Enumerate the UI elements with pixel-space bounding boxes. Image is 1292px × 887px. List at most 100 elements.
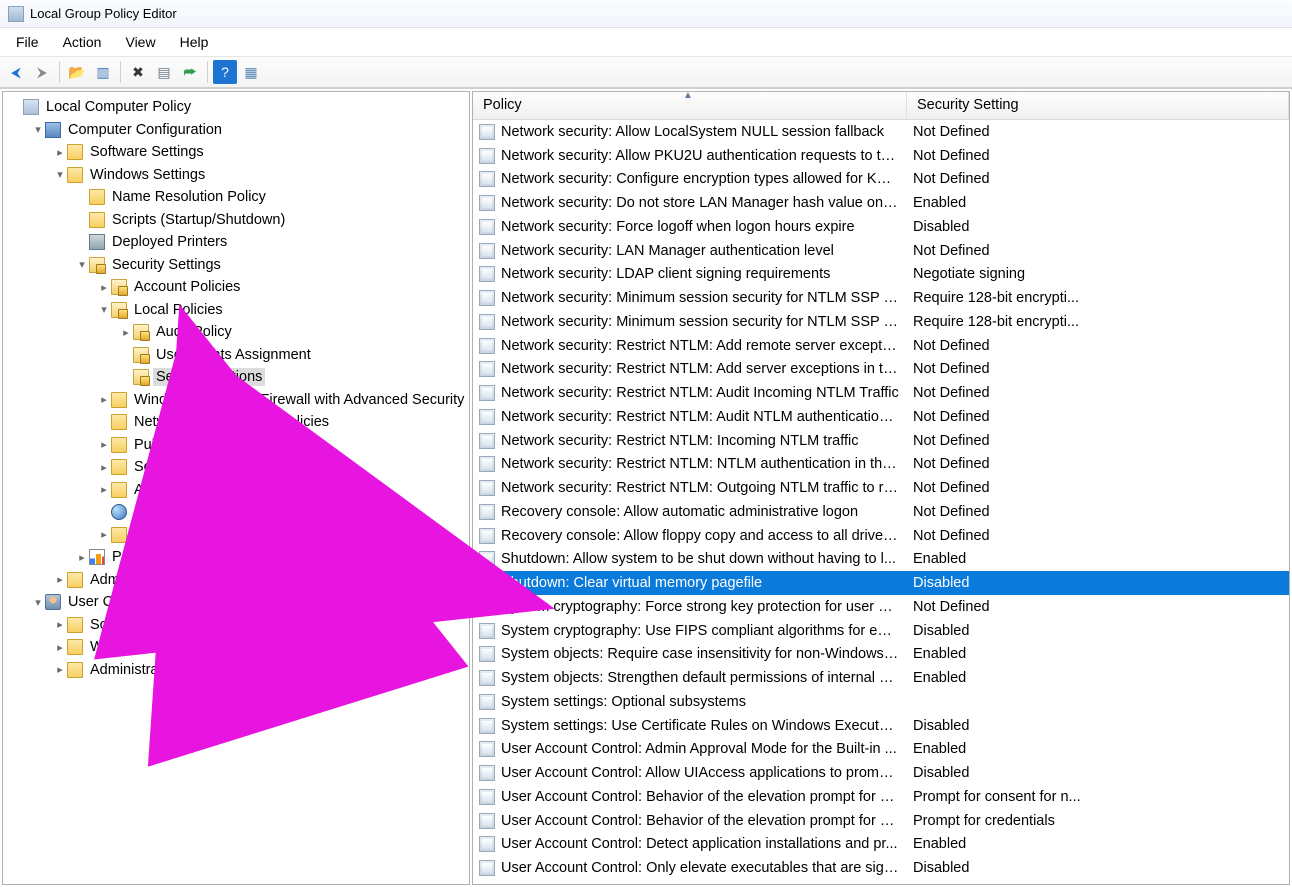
- policy-row[interactable]: Network security: Allow PKU2U authentica…: [473, 144, 1289, 168]
- policy-row[interactable]: Network security: Restrict NTLM: Add rem…: [473, 334, 1289, 358]
- policy-row[interactable]: User Account Control: Admin Approval Mod…: [473, 738, 1289, 762]
- policy-row[interactable]: User Account Control: Allow UIAccess app…: [473, 761, 1289, 785]
- tree-node-uc-software-settings[interactable]: ▸Software Settings: [3, 614, 469, 637]
- help-icon[interactable]: ?: [213, 60, 237, 84]
- policy-row[interactable]: Network security: Configure encryption t…: [473, 168, 1289, 192]
- tree-node-firewall[interactable]: ▸Windows Defender Firewall with Advanced…: [3, 389, 469, 412]
- policy-row[interactable]: Network security: Restrict NTLM: Add ser…: [473, 358, 1289, 382]
- tree-node-adv-audit[interactable]: ▸Advanced Audit Policy Configuration: [3, 524, 469, 547]
- expander-icon[interactable]: ▾: [53, 168, 67, 181]
- expander-icon[interactable]: ▸: [53, 573, 67, 586]
- policy-row[interactable]: Network security: Restrict NTLM: Audit N…: [473, 405, 1289, 429]
- expander-icon[interactable]: ▸: [53, 618, 67, 631]
- policy-row[interactable]: Network security: Restrict NTLM: Outgoin…: [473, 476, 1289, 500]
- policy-row[interactable]: System settings: Use Certificate Rules o…: [473, 714, 1289, 738]
- export-icon[interactable]: ⮫: [178, 60, 202, 84]
- expander-icon[interactable]: ▸: [119, 326, 133, 339]
- tree-node-ipsec[interactable]: IP Security Policies on Local Computer: [3, 501, 469, 524]
- expander-icon[interactable]: ▾: [31, 123, 45, 136]
- policy-row[interactable]: Network security: Restrict NTLM: NTLM au…: [473, 453, 1289, 477]
- tree-node-public-key[interactable]: ▸Public Key Policies: [3, 434, 469, 457]
- policy-row[interactable]: Network security: Restrict NTLM: Audit I…: [473, 381, 1289, 405]
- tree-node-user-config[interactable]: ▾User Configuration: [3, 591, 469, 614]
- policy-row[interactable]: Network security: Force logoff when logo…: [473, 215, 1289, 239]
- policy-row[interactable]: Network security: LAN Manager authentica…: [473, 239, 1289, 263]
- policy-row[interactable]: Network security: LDAP client signing re…: [473, 263, 1289, 287]
- tree-node-app-control[interactable]: ▸Application Control Policies: [3, 479, 469, 502]
- policy-row[interactable]: System objects: Require case insensitivi…: [473, 643, 1289, 667]
- policy-row[interactable]: Network security: Do not store LAN Manag…: [473, 191, 1289, 215]
- tree-node-security-settings[interactable]: ▾Security Settings: [3, 254, 469, 277]
- policy-row[interactable]: Recovery console: Allow floppy copy and …: [473, 524, 1289, 548]
- expander-icon[interactable]: ▸: [97, 483, 111, 496]
- forward-icon[interactable]: ⮞: [30, 60, 54, 84]
- policy-row[interactable]: User Account Control: Only elevate execu…: [473, 856, 1289, 880]
- menu-item-view[interactable]: View: [113, 30, 167, 54]
- policy-row[interactable]: User Account Control: Detect application…: [473, 833, 1289, 857]
- tree-node-local-policies[interactable]: ▾Local Policies: [3, 299, 469, 322]
- tree-pane[interactable]: Local Computer Policy▾Computer Configura…: [2, 91, 470, 885]
- list-pane[interactable]: Policy Security Setting ▲ Network securi…: [472, 91, 1290, 885]
- delete-icon[interactable]: ✖: [126, 60, 150, 84]
- tree-node-software-restriction[interactable]: ▸Software Restriction Policies: [3, 456, 469, 479]
- tree-label: Administrative Templates: [87, 661, 254, 679]
- tree-node-deployed-printers[interactable]: Deployed Printers: [3, 231, 469, 254]
- tree-node-audit-policy[interactable]: ▸Audit Policy: [3, 321, 469, 344]
- properties-icon[interactable]: ▤: [152, 60, 176, 84]
- expander-icon[interactable]: ▾: [75, 258, 89, 271]
- tree-node-account-policies[interactable]: ▸Account Policies: [3, 276, 469, 299]
- expander-icon[interactable]: ▸: [97, 281, 111, 294]
- expander-icon[interactable]: ▸: [97, 393, 111, 406]
- expander-icon[interactable]: ▸: [53, 663, 67, 676]
- policy-row[interactable]: User Account Control: Behavior of the el…: [473, 809, 1289, 833]
- policy-row[interactable]: Shutdown: Allow system to be shut down w…: [473, 548, 1289, 572]
- expander-icon[interactable]: ▸: [97, 461, 111, 474]
- up-icon[interactable]: 📂: [65, 60, 89, 84]
- tree-node-uc-adm-templates[interactable]: ▸ Administrative Templates: [3, 659, 469, 682]
- tree-node-uc-windows-settings[interactable]: ▸Windows Settings: [3, 636, 469, 659]
- expander-icon[interactable]: ▸: [53, 641, 67, 654]
- back-icon[interactable]: ⮜: [4, 60, 28, 84]
- policy-row[interactable]: System cryptography: Use FIPS compliant …: [473, 619, 1289, 643]
- policy-row[interactable]: Network security: Minimum session securi…: [473, 310, 1289, 334]
- policy-name: Network security: Restrict NTLM: Audit N…: [501, 409, 907, 425]
- expander-icon[interactable]: ▸: [75, 551, 89, 564]
- tree-label: Security Options: [153, 368, 265, 386]
- tree-node-cc-adm-templates[interactable]: ▸Administrative Templates: [3, 569, 469, 592]
- tree-node-name-resolution[interactable]: Name Resolution Policy: [3, 186, 469, 209]
- tree-node-root[interactable]: Local Computer Policy: [3, 96, 469, 119]
- policy-row[interactable]: System objects: Strengthen default permi…: [473, 666, 1289, 690]
- menu-item-file[interactable]: File: [4, 30, 51, 54]
- policy-row[interactable]: System cryptography: Force strong key pr…: [473, 595, 1289, 619]
- menu-item-help[interactable]: Help: [168, 30, 221, 54]
- tree-node-scripts[interactable]: Scripts (Startup/Shutdown): [3, 209, 469, 232]
- policy-row[interactable]: Shutdown: Clear virtual memory pagefileD…: [473, 571, 1289, 595]
- policy-name: Shutdown: Allow system to be shut down w…: [501, 551, 907, 567]
- expander-icon[interactable]: ▸: [97, 438, 111, 451]
- expander-icon[interactable]: ▾: [31, 596, 45, 609]
- policy-setting: Prompt for credentials: [907, 813, 1289, 829]
- filter-icon[interactable]: ▦: [239, 60, 263, 84]
- tree-node-qos[interactable]: ▸Policy-based QoS: [3, 546, 469, 569]
- tree-node-cc-windows-settings[interactable]: ▾Windows Settings: [3, 164, 469, 187]
- policy-row[interactable]: Network security: Restrict NTLM: Incomin…: [473, 429, 1289, 453]
- policy-row[interactable]: Network security: Allow LocalSystem NULL…: [473, 120, 1289, 144]
- expander-icon[interactable]: ▸: [97, 528, 111, 541]
- policy-row[interactable]: Network security: Minimum session securi…: [473, 286, 1289, 310]
- column-header-setting[interactable]: Security Setting: [907, 92, 1289, 119]
- menu-item-action[interactable]: Action: [51, 30, 114, 54]
- policy-row[interactable]: User Account Control: Behavior of the el…: [473, 785, 1289, 809]
- policy-item-icon: [479, 219, 495, 235]
- tree-node-computer-config[interactable]: ▾Computer Configuration: [3, 119, 469, 142]
- tree-node-network-list[interactable]: Network List Manager Policies: [3, 411, 469, 434]
- expander-icon[interactable]: ▸: [53, 146, 67, 159]
- policy-name: Shutdown: Clear virtual memory pagefile: [501, 575, 907, 591]
- policy-row[interactable]: Recovery console: Allow automatic admini…: [473, 500, 1289, 524]
- expander-icon[interactable]: ▾: [97, 303, 111, 316]
- policy-row[interactable]: System settings: Optional subsystems: [473, 690, 1289, 714]
- show-hide-tree-icon[interactable]: ▥: [91, 60, 115, 84]
- tree-node-security-options[interactable]: Security Options: [3, 366, 469, 389]
- tree-node-user-rights[interactable]: User Rights Assignment: [3, 344, 469, 367]
- policy-name: User Account Control: Allow UIAccess app…: [501, 765, 907, 781]
- tree-node-cc-software-settings[interactable]: ▸Software Settings: [3, 141, 469, 164]
